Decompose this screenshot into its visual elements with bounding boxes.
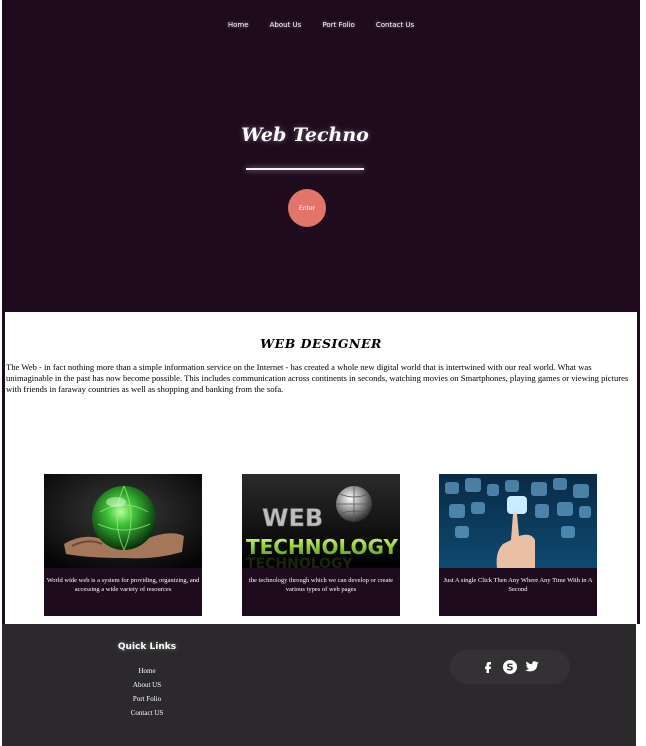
- hero-divider: [246, 168, 364, 170]
- card-caption: the technology through which we can deve…: [248, 577, 394, 593]
- touch-screen-hand-icon: [439, 474, 597, 568]
- nav-port-folio[interactable]: Port Folio: [322, 21, 354, 29]
- svg-text:S: S: [506, 663, 513, 674]
- main-section: WEB DESIGNER The Web - in fact nothing m…: [2, 312, 640, 624]
- quick-links-list: Home About US Port Folio Contact US: [92, 664, 202, 720]
- page-edge: [640, 0, 646, 746]
- web-technology-logo-icon: WEB TECHNOLOGY TECHNOLOGY: [242, 474, 400, 568]
- quick-links-title: Quick Links: [117, 642, 177, 652]
- section-title: WEB DESIGNER: [260, 336, 382, 351]
- nav-about-us[interactable]: About Us: [270, 21, 302, 29]
- card-world-wide-web[interactable]: World wide web is a system for providing…: [44, 474, 202, 616]
- hero-section: Home About Us Port Folio Contact Us Web …: [2, 0, 640, 312]
- footer-link-port-folio[interactable]: Port Folio: [92, 692, 202, 706]
- section-text: The Web - in fact nothing more than a si…: [6, 362, 629, 394]
- svg-text:WEB: WEB: [262, 504, 323, 532]
- card-web-technology[interactable]: WEB TECHNOLOGY TECHNOLOGY the technology…: [242, 474, 400, 616]
- skype-icon[interactable]: S: [501, 658, 519, 676]
- hero-title: Web Techno: [241, 124, 369, 146]
- footer-link-contact-us[interactable]: Contact US: [92, 706, 202, 720]
- enter-button[interactable]: Enter: [288, 189, 326, 227]
- nav-contact-us[interactable]: Contact Us: [376, 21, 414, 29]
- top-nav: Home About Us Port Folio Contact Us: [2, 12, 640, 31]
- facebook-icon[interactable]: [479, 658, 497, 676]
- card-caption: Just A single Click Then Any Where Any T…: [443, 577, 593, 593]
- social-links: S: [450, 650, 570, 684]
- card-single-click[interactable]: Just A single Click Then Any Where Any T…: [439, 474, 597, 616]
- twitter-icon[interactable]: [523, 658, 541, 676]
- glowing-globe-in-hands-icon: [44, 474, 202, 568]
- footer: Quick Links Home About US Port Folio Con…: [2, 624, 636, 746]
- nav-home[interactable]: Home: [228, 21, 249, 29]
- footer-link-home[interactable]: Home: [92, 664, 202, 678]
- card-caption: World wide web is a system for providing…: [46, 577, 200, 593]
- footer-link-about-us[interactable]: About US: [92, 678, 202, 692]
- svg-text:TECHNOLOGY: TECHNOLOGY: [246, 556, 353, 568]
